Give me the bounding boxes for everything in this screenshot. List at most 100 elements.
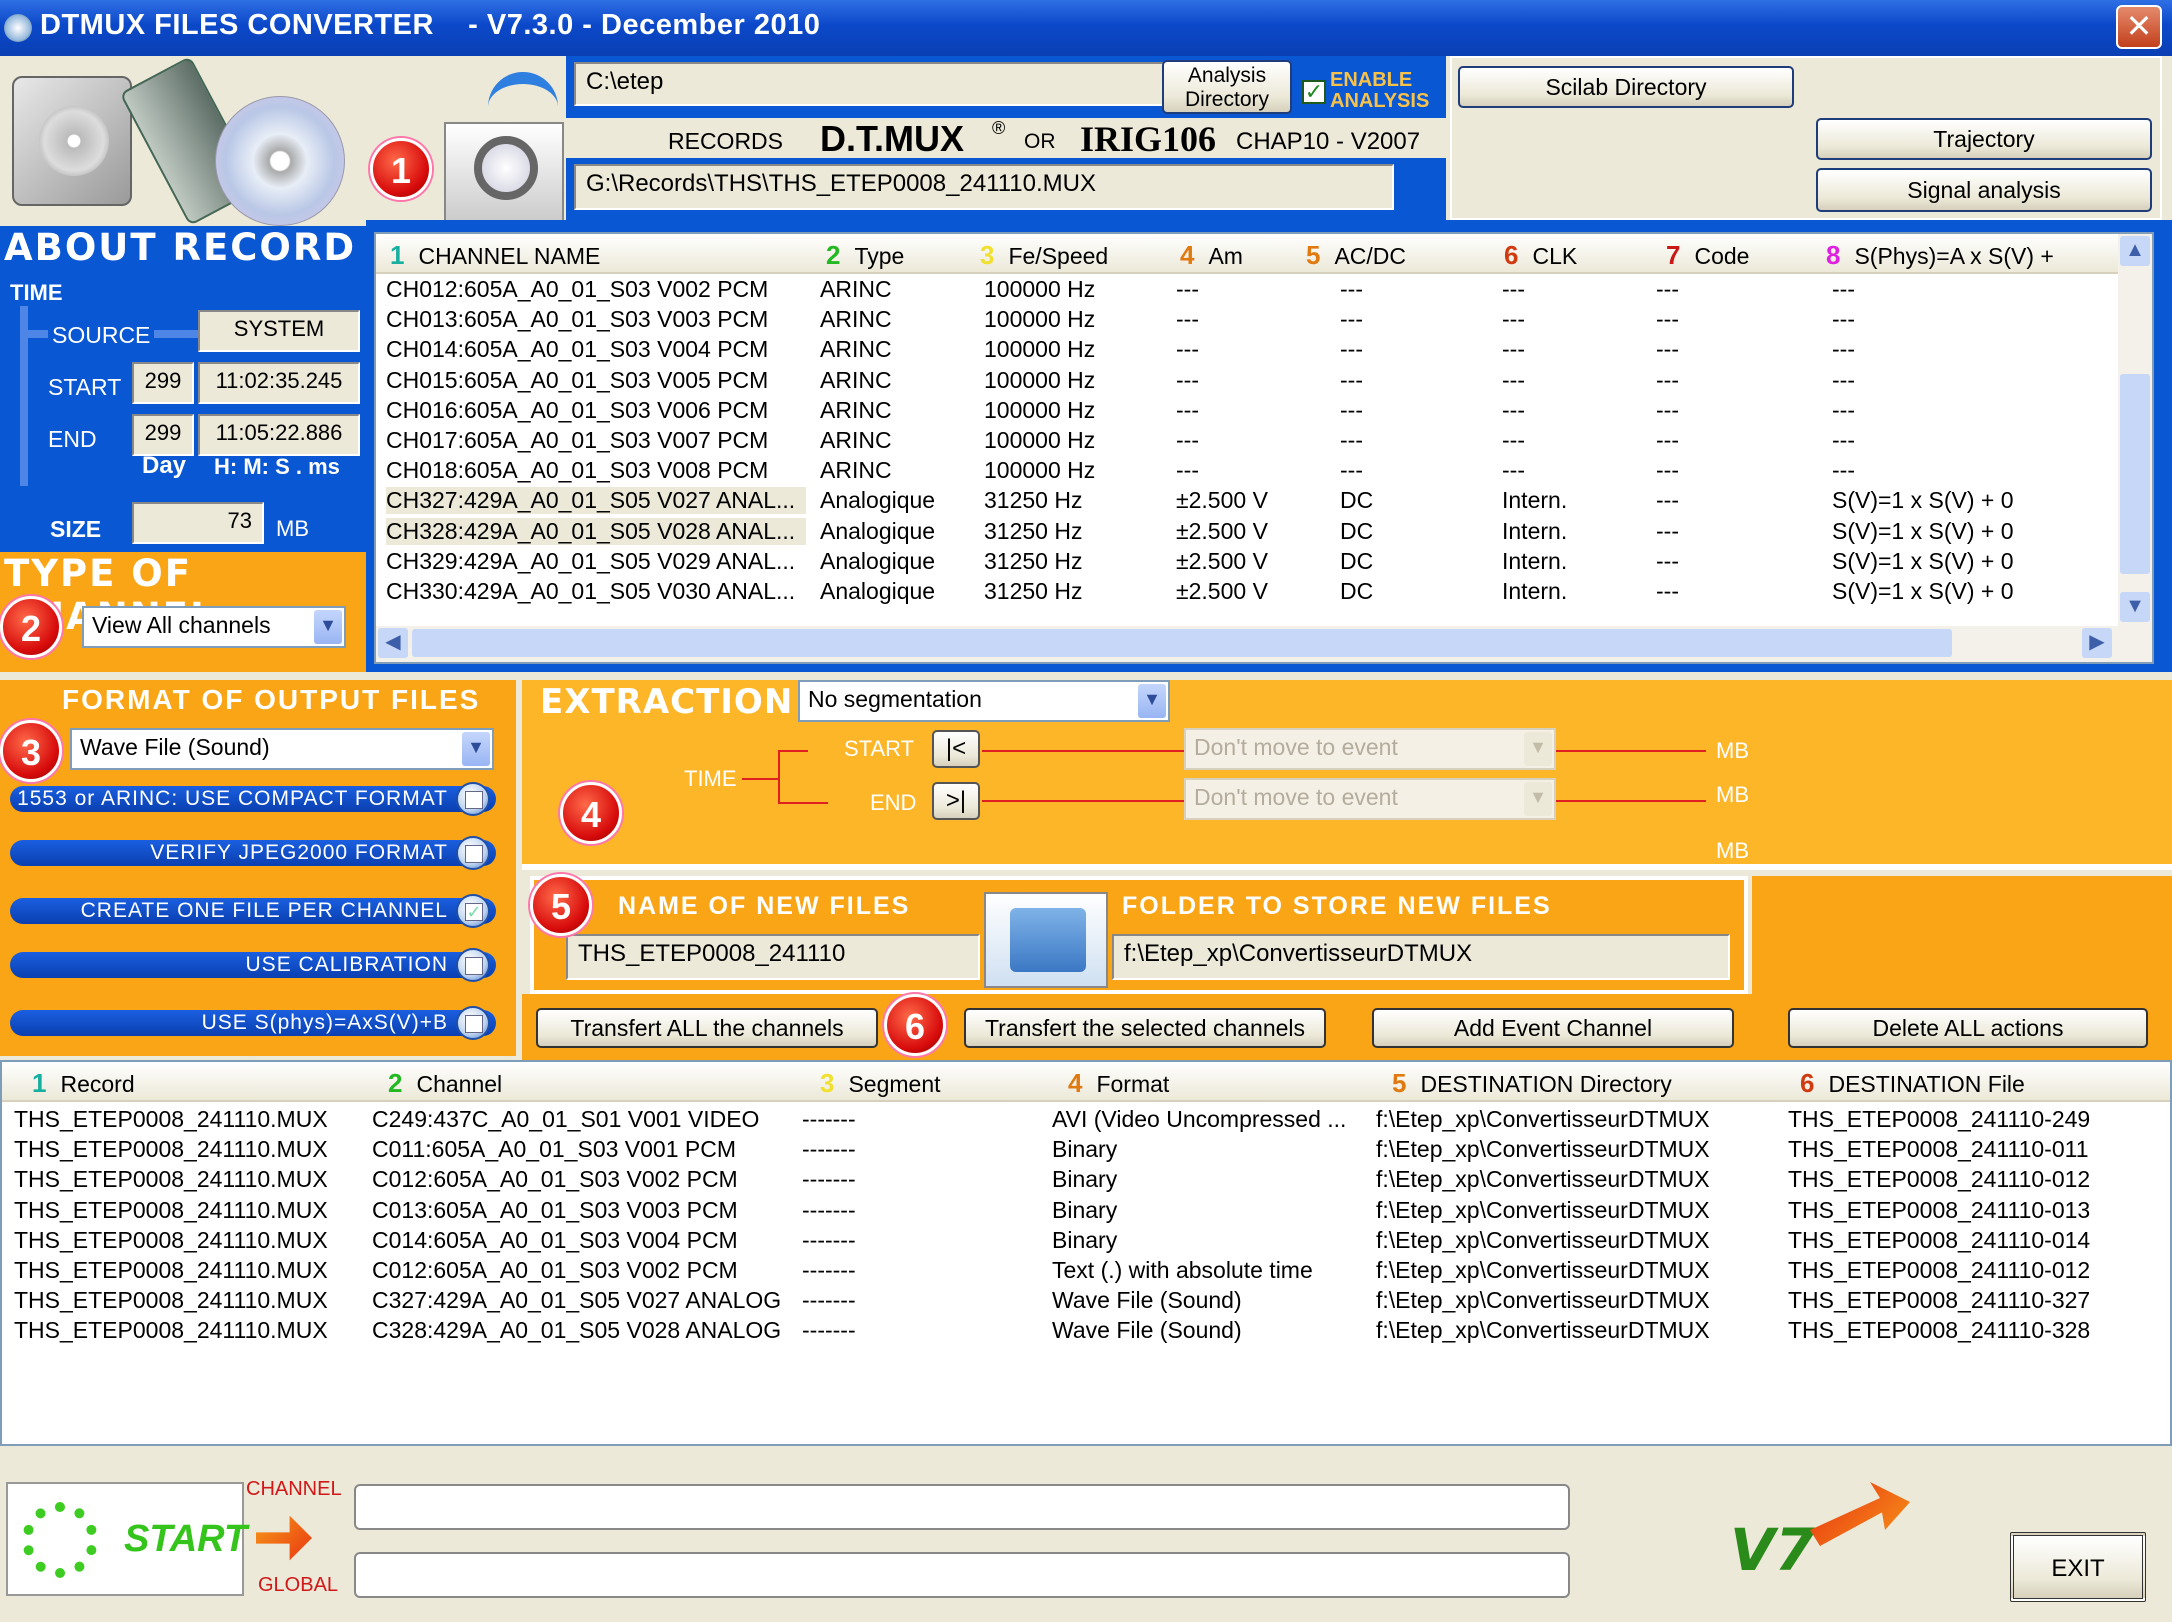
channel-row[interactable]: CH015:605A_A0_01_S03 V005 PCM ARINC 100000… [376, 367, 2116, 397]
action-header-2[interactable]: 2 Channel [388, 1068, 502, 1099]
registered-mark: ® [992, 118, 1006, 138]
scroll-left-icon[interactable]: ◀ [378, 628, 408, 658]
channel-cell: 100000 Hz [984, 427, 1096, 453]
action-cell: ------- [802, 1136, 856, 1163]
action-cell: THS_ETEP0008_241110-012 [1788, 1166, 2091, 1193]
scroll-right-icon[interactable]: ▶ [2082, 628, 2112, 658]
channel-horizontal-scrollbar[interactable]: ◀ ▶ [376, 626, 2152, 662]
channel-vertical-scrollbar[interactable]: ▲ ▼ [2118, 234, 2152, 626]
type-of-channel-panel: TYPE OF CHANNEL 2 View All channels ▼ [0, 552, 366, 672]
choose-folder-button[interactable] [984, 892, 1108, 988]
enable-analysis-label: ENABLE ANALYSIS [1330, 69, 1430, 112]
horizontal-scroll-thumb[interactable] [412, 629, 1952, 657]
chevron-down-icon[interactable]: ▼ [314, 610, 342, 644]
signal-analysis-button[interactable]: Signal analysis [1816, 168, 2152, 212]
action-cell: f:\Etep_xp\ConvertisseurDTMUX [1376, 1166, 1710, 1193]
output-format-select[interactable]: Wave File (Sound) ▼ [70, 728, 494, 770]
channel-type-select[interactable]: View All channels ▼ [82, 606, 346, 648]
channel-row[interactable]: CH012:605A_A0_01_S03 V002 PCM ARINC 100000… [376, 276, 2116, 306]
record-path-field[interactable]: G:\Records\THS\THS_ETEP0008_241110.MUX [574, 164, 1394, 210]
channel-header-8[interactable]: 8 S(Phys)=A x S(V) + [1826, 240, 2054, 271]
compact-format-checkbox[interactable] [456, 782, 490, 816]
channel-header-6[interactable]: 6 CLK [1504, 240, 1577, 271]
browse-record-button[interactable] [444, 122, 564, 222]
column-number-badge: 8 [1826, 240, 1841, 270]
action-cell: Binary [1052, 1226, 1118, 1253]
trajectory-button[interactable]: Trajectory [1816, 118, 2152, 160]
verify-jpeg2000-option: VERIFY JPEG2000 FORMAT [10, 840, 496, 866]
chevron-down-icon[interactable]: ▼ [1524, 782, 1552, 816]
channel-table-body: CH012:605A_A0_01_S03 V002 PCM ARINC 100000… [376, 276, 2116, 616]
channel-header-3[interactable]: 3 Fe/Speed [980, 240, 1108, 271]
format-panel: FORMAT OF OUTPUT FILES 3 Wave File (Soun… [0, 680, 516, 1056]
extraction-panel: EXTRACTION No segmentation ▼ TIME START … [522, 680, 2172, 870]
destination-folder-input[interactable]: f:\Etep_xp\ConvertisseurDTMUX [1112, 934, 1730, 980]
analysis-directory-button[interactable]: Analysis Directory [1162, 60, 1292, 114]
channel-header-7[interactable]: 7 Code [1666, 240, 1749, 271]
channel-row[interactable]: CH016:605A_A0_01_S03 V006 PCM ARINC 100000… [376, 397, 2116, 427]
channel-row[interactable]: CH013:605A_A0_01_S03 V003 PCM ARINC 100000… [376, 306, 2116, 336]
action-row[interactable]: THS_ETEP0008_241110.MUX C249:437C_A0_01_S… [2, 1106, 2170, 1136]
action-row[interactable]: THS_ETEP0008_241110.MUX C013:605A_A0_01_S… [2, 1197, 2170, 1227]
channel-cell: --- [1176, 306, 1199, 333]
one-file-per-channel-checkbox[interactable]: ✓ [456, 894, 490, 928]
action-row[interactable]: THS_ETEP0008_241110.MUX C011:605A_A0_01_S… [2, 1136, 2170, 1166]
verify-jpeg2000-checkbox[interactable] [456, 836, 490, 870]
channel-row[interactable]: CH327:429A_A0_01_S05 V027 ANAL... Analogi… [376, 487, 2116, 517]
action-header-5[interactable]: 5 DESTINATION Directory [1392, 1068, 1672, 1099]
channel-row[interactable]: CH018:605A_A0_01_S03 V008 PCM ARINC 100000… [376, 457, 2116, 487]
chevron-down-icon[interactable]: ▼ [1138, 684, 1166, 718]
new-file-name-input[interactable]: THS_ETEP0008_241110 [566, 934, 980, 980]
compact-format-option: 1553 or ARINC: USE COMPACT FORMAT [10, 786, 496, 812]
size-value: 73 [132, 502, 264, 544]
action-header-6[interactable]: 6 DESTINATION File [1800, 1068, 2025, 1099]
channel-cell: DC [1340, 578, 1374, 604]
action-row[interactable]: THS_ETEP0008_241110.MUX C012:605A_A0_01_S… [2, 1166, 2170, 1196]
channel-row[interactable]: CH329:429A_A0_01_S05 V029 ANAL... Analogi… [376, 548, 2116, 578]
action-row[interactable]: THS_ETEP0008_241110.MUX C328:429A_A0_01_S… [2, 1317, 2170, 1347]
go-to-start-button[interactable]: |< [932, 730, 980, 768]
action-row[interactable]: THS_ETEP0008_241110.MUX C012:605A_A0_01_S… [2, 1257, 2170, 1287]
channel-row[interactable]: CH017:605A_A0_01_S03 V007 PCM ARINC 100000… [376, 427, 2116, 457]
use-sphys-checkbox[interactable] [456, 1006, 490, 1040]
transfer-all-button[interactable]: Transfert ALL the channels [536, 1008, 878, 1048]
channel-header-1[interactable]: 1 CHANNEL NAME [390, 240, 600, 271]
chevron-down-icon[interactable]: ▼ [462, 732, 490, 766]
action-cell: ------- [802, 1226, 856, 1253]
go-to-end-button[interactable]: >| [932, 782, 980, 820]
action-header-1[interactable]: 1 Record [32, 1068, 135, 1099]
channel-row[interactable]: CH328:429A_A0_01_S05 V028 ANAL... Analogi… [376, 517, 2116, 548]
window-title: DTMUX FILES CONVERTER - V7.3.0 - Decembe… [40, 9, 821, 41]
close-button[interactable]: ✕ [2116, 5, 2162, 49]
start-day-field: 299 [132, 362, 194, 404]
scilab-directory-button[interactable]: Scilab Directory [1458, 66, 1794, 108]
analysis-path-field[interactable]: C:\etep [574, 62, 1164, 106]
scroll-up-icon[interactable]: ▲ [2120, 236, 2150, 266]
start-event-select[interactable]: Don't move to event ▼ [1184, 728, 1556, 770]
end-event-select[interactable]: Don't move to event ▼ [1184, 778, 1556, 820]
channel-row[interactable]: CH330:429A_A0_01_S05 V030 ANAL... Analogi… [376, 578, 2116, 608]
irig-label: IRIG106 [1080, 119, 1217, 159]
transfer-selected-button[interactable]: Transfert the selected channels [964, 1008, 1326, 1048]
start-button[interactable]: START [6, 1482, 247, 1596]
enable-analysis-checkbox[interactable]: ✓ [1302, 80, 1326, 104]
scroll-down-icon[interactable]: ▼ [2120, 592, 2150, 622]
exit-button[interactable]: EXIT [2010, 1532, 2146, 1602]
action-header-3[interactable]: 3 Segment [820, 1068, 941, 1099]
channel-header-4[interactable]: 4 Am [1180, 240, 1243, 271]
v7-swoosh-icon [1810, 1482, 1910, 1546]
delete-all-actions-button[interactable]: Delete ALL actions [1788, 1008, 2148, 1048]
action-header-4[interactable]: 4 Format [1068, 1068, 1169, 1099]
channel-header-2[interactable]: 2 Type [826, 240, 904, 271]
chevron-down-icon[interactable]: ▼ [1524, 732, 1552, 766]
vertical-scroll-thumb[interactable] [2120, 374, 2150, 574]
use-calibration-checkbox[interactable] [456, 948, 490, 982]
segmentation-select[interactable]: No segmentation ▼ [798, 680, 1170, 722]
tools-panel: Scilab Directory Trajectory Signal analy… [1450, 56, 2162, 220]
action-row[interactable]: THS_ETEP0008_241110.MUX C014:605A_A0_01_S… [2, 1227, 2170, 1257]
channel-header-5[interactable]: 5 AC/DC [1306, 240, 1406, 271]
channel-row[interactable]: CH014:605A_A0_01_S03 V004 PCM ARINC 100000… [376, 336, 2116, 366]
channel-cell: --- [1832, 457, 1855, 484]
action-row[interactable]: THS_ETEP0008_241110.MUX C327:429A_A0_01_S… [2, 1287, 2170, 1317]
add-event-channel-button[interactable]: Add Event Channel [1372, 1008, 1734, 1048]
